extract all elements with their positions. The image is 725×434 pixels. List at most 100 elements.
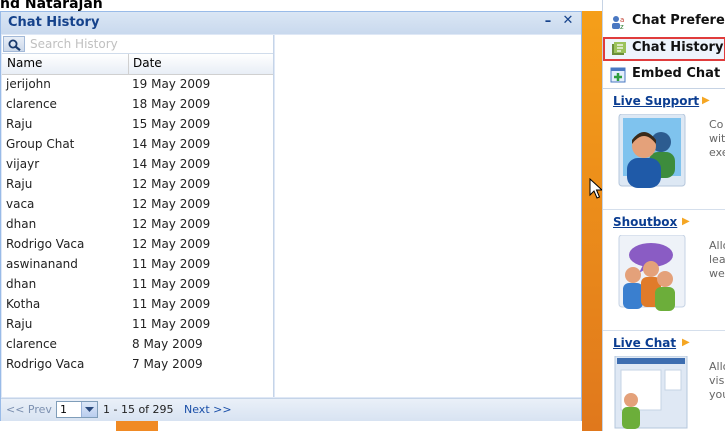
column-divider [128, 54, 129, 74]
cell-date: 18 May 2009 [132, 97, 211, 111]
cell-name: vaca [6, 197, 35, 211]
table-row[interactable]: aswinanand 11 May 2009 [2, 255, 273, 275]
search-bar [2, 35, 273, 54]
arrow-right-icon: ▶ [702, 95, 710, 106]
menu-item-embed-chat[interactable]: Embed Chat in [603, 63, 725, 87]
section-text-line: you [709, 388, 725, 401]
column-header-name[interactable]: Name [7, 56, 42, 70]
table-row[interactable]: Raju 12 May 2009 [2, 175, 273, 195]
menu-divider [603, 88, 725, 89]
page-select-value: 1 [60, 403, 67, 416]
arrow-right-icon: ▶ [682, 337, 690, 348]
minimize-icon[interactable]: – [541, 14, 555, 30]
close-icon[interactable]: ✕ [561, 13, 575, 29]
cell-name: dhan [6, 217, 37, 231]
table-row[interactable]: Rodrigo Vaca 12 May 2009 [2, 235, 273, 255]
cell-name: clarence [6, 337, 57, 351]
mouse-cursor-icon [589, 178, 603, 199]
section-text-line: exe [709, 146, 725, 159]
cell-date: 11 May 2009 [132, 297, 211, 311]
page-range-text: 1 - 15 of 295 [103, 403, 174, 416]
section-shoutbox: Shoutbox ▶ Allo lea we [603, 213, 725, 330]
cell-name: Raju [6, 117, 33, 131]
table-row[interactable]: Raju 11 May 2009 [2, 315, 273, 335]
cell-name: Rodrigo Vaca [6, 357, 85, 371]
table-row[interactable]: clarence 8 May 2009 [2, 335, 273, 355]
cell-date: 12 May 2009 [132, 237, 211, 251]
section-title-live-chat[interactable]: Live Chat [613, 336, 676, 350]
table-row[interactable]: jerijohn 19 May 2009 [2, 75, 273, 95]
history-list-pane: Name Date jerijohn 19 May 2009 clarence 18 … [2, 35, 274, 397]
section-text-line: vis [709, 374, 725, 387]
cell-name: Kotha [6, 297, 41, 311]
section-live-chat: Live Chat ▶ Allo vis you [603, 334, 725, 431]
arrow-right-icon: ▶ [682, 216, 690, 227]
menu-item-chat-preferences[interactable]: az Chat Preferences [603, 10, 725, 34]
table-row[interactable]: Group Chat 14 May 2009 [2, 135, 273, 155]
cell-date: 7 May 2009 [132, 357, 203, 371]
cell-date: 11 May 2009 [132, 257, 211, 271]
cell-date: 12 May 2009 [132, 217, 211, 231]
window-titlebar[interactable]: Chat History – ✕ [1, 12, 581, 34]
prev-page-link[interactable]: << Prev [6, 403, 52, 416]
cell-date: 15 May 2009 [132, 117, 211, 131]
section-live-support: Live Support ▶ Co wit exe [603, 92, 725, 209]
section-text-line: lea [709, 253, 725, 266]
section-text-line: Co [709, 118, 724, 131]
section-text-line: we [709, 267, 725, 280]
page-select[interactable]: 1 [56, 401, 98, 418]
table-row[interactable]: dhan 12 May 2009 [2, 215, 273, 235]
cell-date: 11 May 2009 [132, 277, 211, 291]
history-rows: jerijohn 19 May 2009 clarence 18 May 2009 Ra… [2, 75, 273, 375]
table-row[interactable]: dhan 11 May 2009 [2, 275, 273, 295]
section-text-line: wit [709, 132, 725, 145]
column-header-date[interactable]: Date [133, 56, 162, 70]
next-page-link[interactable]: Next >> [184, 403, 232, 416]
preferences-icon: az [612, 16, 624, 30]
section-divider [603, 209, 725, 210]
window-title: Chat History [8, 15, 100, 30]
table-row[interactable]: Kotha 11 May 2009 [2, 295, 273, 315]
grid-header: Name Date [2, 54, 273, 75]
table-row[interactable]: clarence 18 May 2009 [2, 95, 273, 115]
cell-name: vijayr [6, 157, 40, 171]
section-title-shoutbox[interactable]: Shoutbox [613, 215, 677, 229]
strip-top-gap [582, 0, 602, 11]
embed-icon [610, 67, 626, 83]
live-chat-icon [614, 356, 688, 429]
table-row[interactable]: vaca 12 May 2009 [2, 195, 273, 215]
page-background-bottom [0, 420, 600, 431]
history-icon [612, 42, 626, 55]
menu-item-chat-history[interactable]: Chat History [603, 37, 725, 61]
chevron-down-icon[interactable] [81, 402, 97, 417]
section-title-live-support[interactable]: Live Support [613, 94, 699, 108]
cell-name: Raju [6, 177, 33, 191]
cell-name: clarence [6, 97, 57, 111]
section-text-line: Allo [709, 239, 725, 252]
menu-label: Chat History [632, 40, 724, 55]
svg-text:z: z [620, 23, 624, 30]
chat-history-window: Chat History – ✕ Name Date jerijohn 19 Ma… [0, 11, 582, 421]
live-support-icon [618, 114, 686, 188]
table-row[interactable]: Raju 15 May 2009 [2, 115, 273, 135]
cell-date: 12 May 2009 [132, 177, 211, 191]
section-text-line: Allo [709, 360, 725, 373]
search-input[interactable] [28, 36, 272, 52]
search-icon[interactable] [3, 36, 25, 52]
orange-sidebar-strip [582, 0, 604, 431]
cell-name: Group Chat [6, 137, 75, 151]
shoutbox-icon [618, 235, 686, 311]
cell-date: 19 May 2009 [132, 77, 211, 91]
right-sidebar: az Chat Preferences Chat History Embed C… [602, 0, 725, 431]
cell-name: Raju [6, 317, 33, 331]
menu-label: Chat Preferences [632, 13, 725, 28]
cell-date: 8 May 2009 [132, 337, 203, 351]
cell-date: 14 May 2009 [132, 157, 211, 171]
cell-name: Rodrigo Vaca [6, 237, 85, 251]
orange-accent-block [116, 420, 158, 431]
table-row[interactable]: Rodrigo Vaca 7 May 2009 [2, 355, 273, 375]
table-row[interactable]: vijayr 14 May 2009 [2, 155, 273, 175]
cell-date: 12 May 2009 [132, 197, 211, 211]
section-divider [603, 330, 725, 331]
cell-name: jerijohn [6, 77, 51, 91]
